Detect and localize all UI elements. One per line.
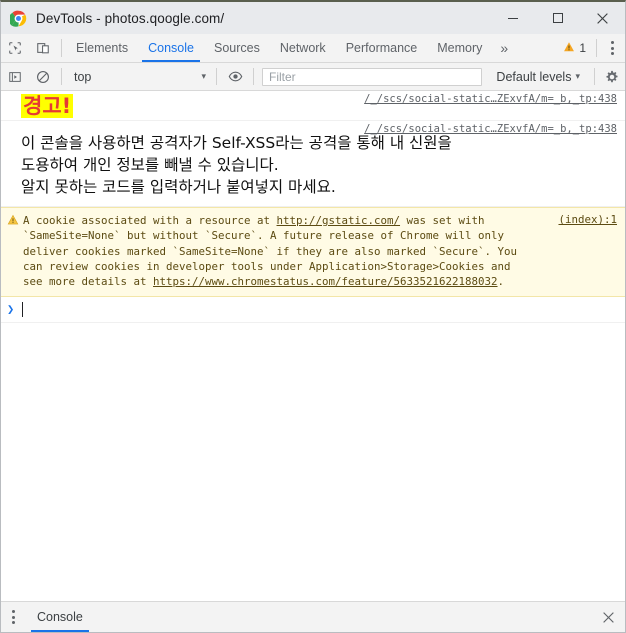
filterbar-divider-3 (253, 68, 254, 85)
warning-triangle-icon (7, 213, 19, 225)
self-xss-source-link-2[interactable]: /_/scs/social-static…ZExvfA/m=_b,_tp:438 (364, 123, 617, 135)
tab-console-label: Console (148, 41, 194, 55)
warning-count-label: 1 (579, 41, 586, 55)
console-prompt-row[interactable]: ❯ (1, 297, 625, 323)
close-icon[interactable] (591, 602, 625, 632)
window-controls (490, 2, 625, 34)
tab-sources[interactable]: Sources (204, 34, 270, 62)
self-xss-title-row: 경고! /_/scs/social-static…ZExvfA/m=_b,_tp… (1, 91, 625, 121)
device-toolbar-icon[interactable] (29, 34, 57, 62)
tab-console[interactable]: Console (138, 34, 204, 62)
cookie-warning-source-link[interactable]: (index):1 (558, 213, 617, 226)
drawer-tab-console[interactable]: Console (25, 602, 95, 632)
log-levels-select[interactable]: Default levels ▾ (486, 70, 590, 84)
minimize-button[interactable] (490, 2, 535, 34)
clear-console-icon[interactable] (29, 70, 57, 84)
drawer-tab-console-label: Console (37, 610, 83, 624)
filterbar-divider-4 (594, 68, 595, 85)
console-filter-toolbar: top ▾ Default levels ▾ (1, 63, 625, 91)
execute-snippet-icon[interactable] (1, 70, 29, 84)
tab-network[interactable]: Network (270, 34, 336, 62)
panel-tab-strip: Elements Console Sources Network Perform… (1, 34, 625, 63)
tab-elements-label: Elements (76, 41, 129, 55)
more-tabs-icon[interactable]: » (492, 34, 516, 62)
prompt-caret-icon: ❯ (7, 302, 15, 317)
window-title: DevTools - photos.qoogle.com/ (36, 10, 225, 26)
toolbar-divider (61, 39, 62, 57)
chrome-logo-icon (8, 10, 27, 27)
filterbar-divider-2 (216, 68, 217, 85)
filter-input[interactable] (262, 67, 483, 86)
self-xss-body-row: /_/scs/social-static…ZExvfA/m=_b,_tp:438… (1, 121, 625, 207)
tab-performance-label: Performance (345, 41, 418, 55)
bottom-drawer: Console (1, 601, 625, 632)
cookie-warning-seg1: A cookie associated with a resource at (23, 214, 277, 227)
cookie-warning-row: (index):1 A cookie associated with a res… (1, 207, 625, 297)
close-button[interactable] (580, 2, 625, 34)
chevron-down-icon: ▾ (201, 71, 206, 81)
execution-context-select[interactable]: top ▾ (66, 70, 212, 84)
tab-network-label: Network (279, 41, 326, 55)
warning-triangle-icon (563, 41, 575, 56)
filterbar-divider-1 (61, 68, 62, 85)
console-message-list[interactable]: 경고! /_/scs/social-static…ZExvfA/m=_b,_tp… (1, 91, 625, 601)
gear-icon[interactable] (599, 70, 625, 84)
cookie-warning-seg3: . (497, 275, 505, 289)
execution-context-label: top (74, 69, 92, 84)
maximize-button[interactable] (535, 2, 580, 34)
tabstrip-divider-right (596, 39, 597, 57)
gstatic-link[interactable]: http://gstatic.com/ (277, 214, 401, 227)
devtools-window: DevTools - photos.qoogle.com/ Elements C… (0, 0, 626, 633)
self-xss-title: 경고! (21, 94, 74, 119)
drawer-menu-icon[interactable] (1, 602, 25, 632)
more-tabs-label: » (500, 40, 509, 56)
inspect-element-icon[interactable] (1, 34, 29, 62)
tab-sources-label: Sources (213, 41, 260, 55)
tab-performance[interactable]: Performance (336, 34, 428, 62)
chromestatus-link[interactable]: https://www.chromestatus.com/feature/563… (153, 275, 498, 288)
self-xss-source-link-1[interactable]: /_/scs/social-static…ZExvfA/m=_b,_tp:438 (364, 93, 617, 105)
cookie-warning-text: A cookie associated with a resource at h… (1, 211, 625, 292)
tab-memory[interactable]: Memory (427, 34, 492, 62)
tab-elements[interactable]: Elements (66, 34, 138, 62)
live-expression-icon[interactable] (221, 69, 249, 84)
tab-memory-label: Memory (437, 41, 483, 55)
console-prompt-input[interactable] (23, 301, 625, 318)
title-bar: DevTools - photos.qoogle.com/ (1, 2, 625, 34)
log-levels-label: Default levels (496, 69, 572, 84)
chevron-down-icon: ▾ (575, 71, 580, 81)
devtools-menu-icon[interactable] (601, 34, 623, 62)
warning-count-badge[interactable]: 1 (557, 34, 592, 62)
